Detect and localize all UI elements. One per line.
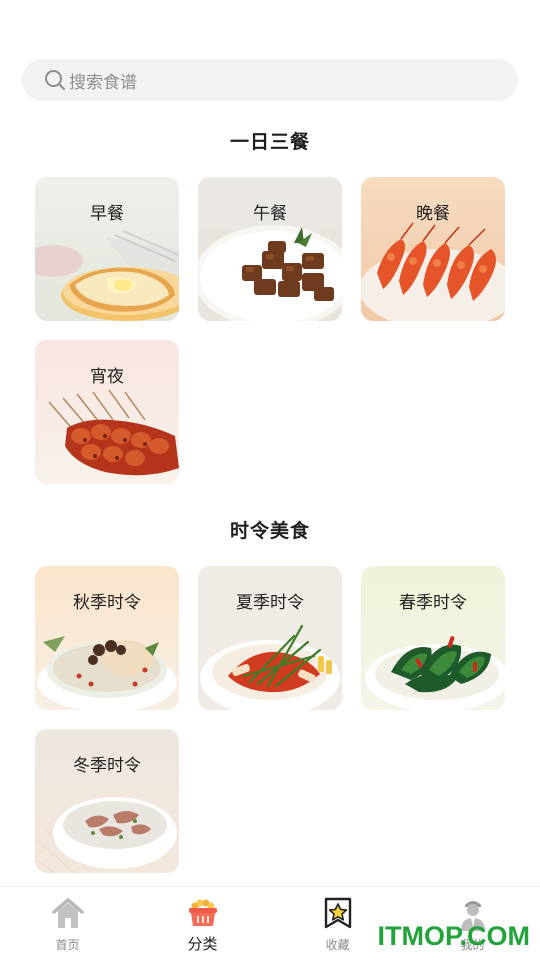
card-label: 夏季时令	[236, 593, 304, 613]
card-label: 春季时令	[399, 593, 467, 613]
card-winter[interactable]: 冬季时令	[35, 729, 179, 873]
card-label: 冬季时令	[73, 756, 141, 776]
search-placeholder: 搜索食谱	[69, 72, 137, 93]
tab-home[interactable]: 首页	[0, 887, 135, 961]
home-icon	[51, 898, 84, 928]
tab-label: 首页	[55, 938, 80, 952]
card-spring[interactable]: 春季时令	[361, 566, 505, 710]
bookmark-star-icon	[324, 897, 351, 929]
card-autumn[interactable]: 秋季时令	[35, 566, 179, 710]
card-label: 宵夜	[90, 367, 124, 387]
card-label: 晚餐	[416, 204, 450, 224]
search-icon	[45, 70, 66, 91]
card-label: 早餐	[90, 204, 124, 224]
tab-category[interactable]: 分类	[135, 887, 270, 961]
watermark-logo: ITMOP.COM	[377, 921, 530, 951]
card-label: 秋季时令	[73, 593, 141, 613]
card-dinner[interactable]: 晚餐	[361, 177, 505, 321]
search-bar[interactable]: 搜索食谱	[22, 59, 518, 101]
card-label: 午餐	[253, 204, 287, 224]
card-summer[interactable]: 夏季时令	[198, 566, 342, 710]
card-breakfast[interactable]: 早餐	[35, 177, 179, 321]
basket-icon	[188, 899, 217, 926]
section-title-seasonal: 时令美食	[229, 520, 310, 542]
card-late-night[interactable]: 宵夜	[35, 340, 179, 484]
section-title-meals: 一日三餐	[229, 131, 310, 153]
card-lunch[interactable]: 午餐	[198, 177, 342, 321]
tab-label: 分类	[187, 935, 218, 953]
